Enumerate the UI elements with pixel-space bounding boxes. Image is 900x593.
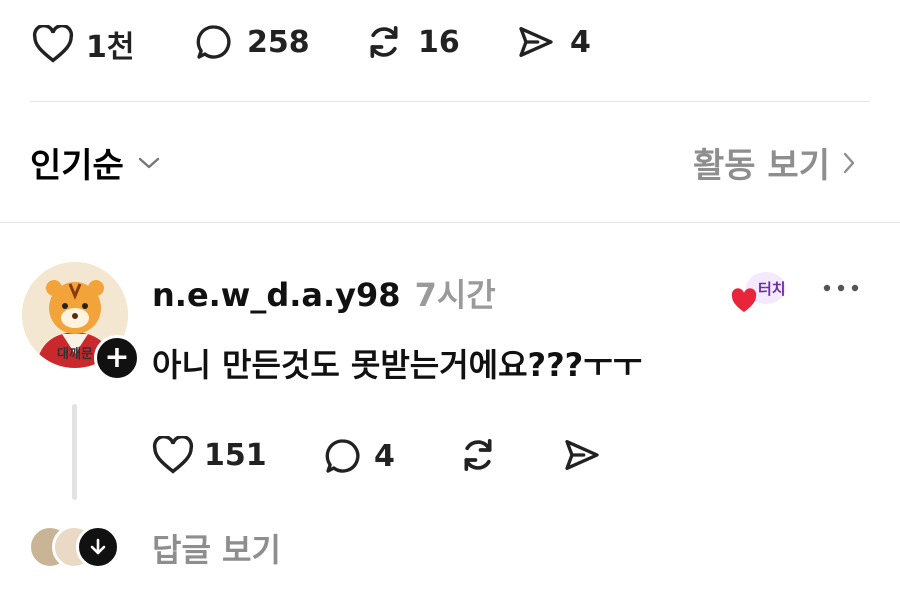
reply-avatars[interactable]	[28, 525, 128, 569]
post-comment-button[interactable]: 258	[193, 22, 310, 62]
post-share-count: 4	[570, 24, 591, 60]
post-comment-count: 258	[247, 24, 310, 60]
heart-icon	[152, 436, 194, 474]
follow-plus-button[interactable]: +	[94, 335, 140, 381]
activity-view-button[interactable]: 활동 보기	[693, 138, 858, 187]
expand-replies-button[interactable]	[76, 525, 120, 569]
post-like-count: 1천	[86, 30, 135, 65]
repost-icon	[464, 439, 492, 471]
more-icon	[823, 284, 859, 292]
reply-header: n.e.w_d.a.y98 7시간	[152, 270, 496, 316]
post-repost-count: 16	[418, 24, 460, 60]
share-icon	[565, 440, 599, 470]
reply-like-button[interactable]: 151	[152, 436, 267, 474]
reply-repost-button[interactable]	[456, 435, 500, 479]
reply-share-button[interactable]	[560, 435, 604, 479]
sort-divider	[0, 222, 900, 223]
heart-icon	[32, 25, 74, 63]
view-replies-button[interactable]: 답글 보기	[152, 525, 281, 571]
stats-divider	[30, 101, 870, 102]
arrow-down-icon	[90, 538, 106, 555]
reply-like-count: 151	[204, 437, 267, 473]
activity-label: 활동 보기	[693, 146, 830, 186]
comment-icon	[325, 439, 360, 473]
thread-line	[72, 404, 77, 500]
post-repost-button[interactable]: 16	[362, 22, 460, 62]
reply-text: 아니 만든것도 못받는거에요???ㅜㅜ	[152, 346, 643, 384]
repost-icon	[370, 26, 398, 59]
comment-icon	[196, 25, 231, 59]
reply-time: 7시간	[414, 276, 496, 314]
post-share-button[interactable]: 4	[514, 22, 591, 62]
more-options-button[interactable]	[822, 278, 860, 297]
sort-label: 인기순	[30, 146, 124, 186]
reply-comment-count: 4	[374, 438, 395, 474]
reply-username[interactable]: n.e.w_d.a.y98	[152, 276, 401, 314]
reply-comment-button[interactable]: 4	[322, 436, 395, 476]
profile-badge[interactable]: 터치	[730, 268, 788, 316]
share-icon	[519, 27, 553, 57]
sort-dropdown[interactable]: 인기순	[30, 138, 162, 187]
chevron-down-icon	[138, 157, 160, 168]
chevron-right-icon	[843, 152, 855, 173]
badge-text: 터치	[758, 280, 786, 298]
post-like-button[interactable]: 1천	[32, 22, 134, 66]
plus-icon: +	[104, 340, 130, 375]
